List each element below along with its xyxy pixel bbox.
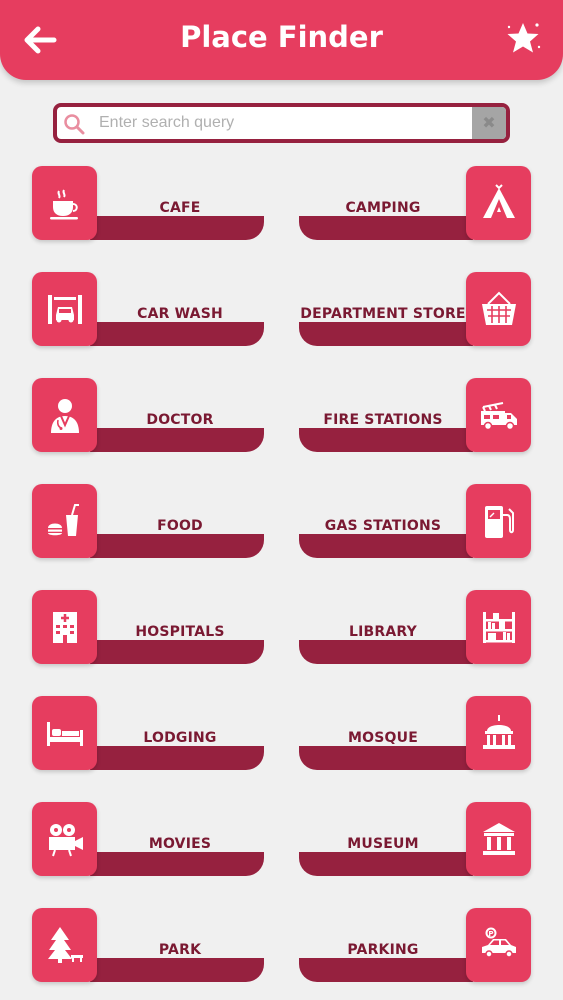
place-card-museum[interactable]: MUSEUM (299, 802, 531, 877)
car-wash-icon (47, 295, 82, 324)
place-icon-box (32, 484, 97, 558)
place-card-library[interactable]: LIBRARY (299, 590, 531, 665)
app-header: Place Finder (0, 0, 563, 80)
place-label: CAR WASH (137, 306, 223, 322)
food-icon (47, 504, 79, 536)
place-card-food[interactable]: FOOD (32, 484, 264, 559)
place-icon-box (32, 166, 97, 240)
star-icon (507, 23, 541, 53)
place-label: FOOD (157, 518, 203, 534)
place-label: GAS STATIONS (324, 518, 442, 534)
place-label: CAFE (159, 200, 201, 216)
place-icon-box: P (466, 908, 531, 982)
place-label: MOSQUE (348, 730, 418, 746)
place-icon-box (466, 484, 531, 558)
place-label: MOVIES (148, 836, 212, 852)
place-label: MUSEUM (347, 836, 419, 852)
page-title: Place Finder (180, 20, 383, 54)
fire-truck-icon (480, 402, 517, 431)
place-icon-box (466, 802, 531, 876)
place-card-park[interactable]: PARK (32, 908, 264, 983)
place-card-lodging[interactable]: LODGING (32, 696, 264, 771)
tree-icon (47, 927, 83, 963)
svg-text:P: P (488, 930, 493, 938)
place-label: FIRE STATIONS (323, 412, 443, 428)
search-input[interactable] (95, 107, 471, 139)
place-icon-box (466, 696, 531, 770)
place-label: PARK (158, 942, 202, 958)
place-card-cafe[interactable]: CAFE (32, 166, 264, 241)
place-label: DOCTOR (146, 412, 214, 428)
search-bar: ✖ (53, 103, 510, 143)
place-icon-box (32, 590, 97, 664)
place-card-parking[interactable]: PARKING P (299, 908, 531, 983)
bed-icon (46, 722, 83, 746)
place-icon-box (466, 378, 531, 452)
place-label: DEPARTMENT STORE (300, 306, 466, 322)
bookshelf-icon (482, 612, 515, 643)
place-label: CAMPING (345, 200, 421, 216)
place-card-hospitals[interactable]: HOSPITALS (32, 590, 264, 665)
parking-car-icon: P (481, 927, 516, 958)
place-card-fire-stations[interactable]: FIRE STATIONS (299, 378, 531, 453)
place-label: HOSPITALS (135, 624, 225, 640)
place-icon-box (466, 166, 531, 240)
place-icon-box (466, 272, 531, 346)
place-card-movies[interactable]: MOVIES (32, 802, 264, 877)
place-card-gas-stations[interactable]: GAS STATIONS (299, 484, 531, 559)
doctor-icon (50, 399, 79, 433)
place-card-mosque[interactable]: MOSQUE (299, 696, 531, 771)
place-icon-box (32, 696, 97, 770)
place-card-doctor[interactable]: DOCTOR (32, 378, 264, 453)
place-icon-box (32, 908, 97, 982)
clear-search-button[interactable]: ✖ (472, 107, 506, 139)
place-label: LODGING (143, 730, 217, 746)
place-card-camping[interactable]: CAMPING (299, 166, 531, 241)
place-icon-box (466, 590, 531, 664)
dome-icon (482, 715, 515, 749)
gas-pump-icon (484, 506, 514, 538)
place-icon-box (32, 802, 97, 876)
place-card-department-store[interactable]: DEPARTMENT STORE (299, 272, 531, 347)
search-icon (64, 114, 85, 135)
museum-icon (482, 823, 515, 855)
hospital-icon (52, 612, 77, 643)
cafe-icon (49, 189, 78, 220)
place-icon-box (32, 272, 97, 346)
favorites-button[interactable] (503, 18, 543, 58)
film-camera-icon (48, 824, 83, 857)
tent-icon (482, 184, 515, 218)
place-label: LIBRARY (349, 624, 417, 640)
place-icon-box (32, 378, 97, 452)
place-label: PARKING (347, 942, 419, 958)
basket-icon (481, 291, 516, 325)
place-card-car-wash[interactable]: CAR WASH (32, 272, 264, 347)
